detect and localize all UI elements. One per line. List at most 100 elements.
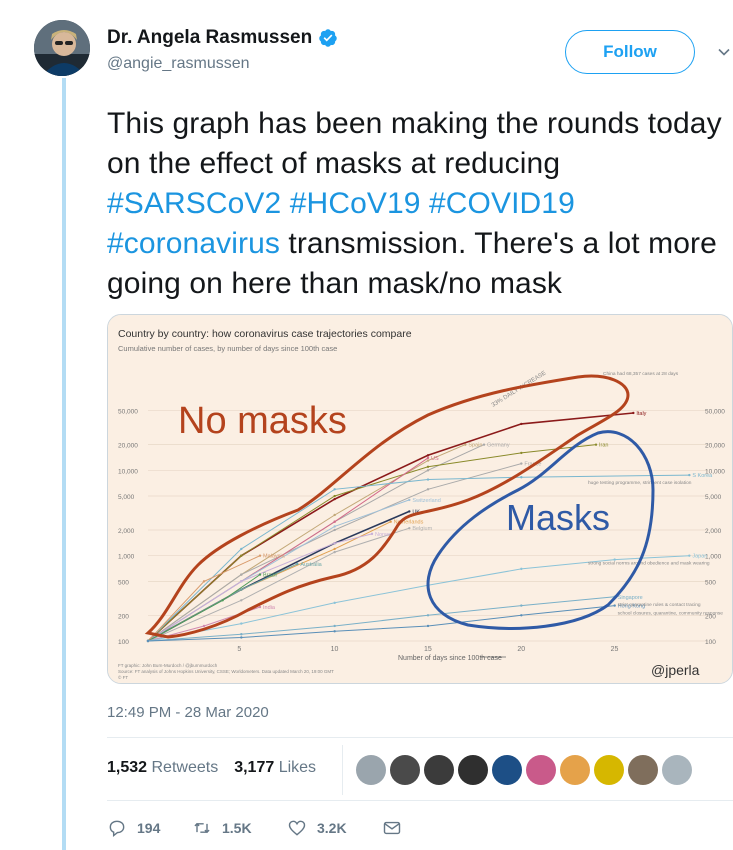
data-point xyxy=(370,532,374,536)
avatar[interactable] xyxy=(34,20,90,76)
data-point xyxy=(202,580,206,583)
hashtag-link[interactable]: #COVID19 xyxy=(429,187,575,220)
data-point xyxy=(426,614,430,617)
reply-action[interactable]: 194 xyxy=(107,818,192,838)
data-point xyxy=(520,476,523,479)
country-note: strict quarantine rules & contact tracin… xyxy=(618,602,701,608)
liker-avatar[interactable] xyxy=(424,755,454,785)
data-point xyxy=(240,547,243,551)
data-point xyxy=(333,497,336,501)
data-point xyxy=(296,562,299,566)
footer-line: Source: FT analysis of Johns Hopkins Uni… xyxy=(118,669,334,674)
y-tick-label: 500 xyxy=(118,579,129,586)
x-tick-label: 20 xyxy=(517,646,525,653)
retweet-icon xyxy=(194,822,210,834)
data-point xyxy=(221,599,224,602)
liker-avatar[interactable] xyxy=(458,755,488,785)
data-point xyxy=(333,541,336,545)
country-label: Switzerland xyxy=(412,498,440,504)
avatar-image xyxy=(34,20,90,76)
divider-bottom xyxy=(107,800,733,801)
data-point xyxy=(426,456,430,460)
reply-count: 194 xyxy=(137,820,161,836)
data-point xyxy=(333,525,336,528)
like-count: 3.2K xyxy=(317,820,347,836)
y-tick-label-right: 20,000 xyxy=(705,443,725,450)
data-point xyxy=(333,630,336,633)
data-point xyxy=(333,488,336,491)
y-tick-label: 50,000 xyxy=(118,409,138,416)
y-tick-label: 5,000 xyxy=(118,494,135,501)
y-tick-label: 100 xyxy=(118,639,129,646)
data-point xyxy=(333,550,336,554)
liker-avatar[interactable] xyxy=(662,755,692,785)
country-label: Japan xyxy=(692,554,707,560)
tweet-text-segment xyxy=(421,187,429,220)
hashtag-link[interactable]: #coronavirus xyxy=(107,227,280,260)
liker-avatar[interactable] xyxy=(628,755,658,785)
data-point xyxy=(613,558,616,561)
data-point xyxy=(240,554,243,557)
country-note: school closures, quarantine, community r… xyxy=(618,611,724,617)
liker-avatars xyxy=(356,755,692,785)
liker-avatar[interactable] xyxy=(594,755,624,785)
x-tick-label: 10 xyxy=(331,646,339,653)
x-axis-label: Number of days since 100th case xyxy=(398,655,502,662)
data-point xyxy=(333,494,336,498)
country-label: Australia xyxy=(300,562,322,568)
retweet-action[interactable]: 1.5K xyxy=(192,818,287,838)
follow-button[interactable]: Follow xyxy=(565,30,695,74)
engagement-stats: 1,532 Retweets 3,177 Likes xyxy=(107,759,316,777)
country-note: huge testing programme, stringent case i… xyxy=(588,480,692,486)
likes-stat[interactable]: 3,177 Likes xyxy=(234,759,316,777)
data-point xyxy=(333,601,336,605)
author-display-name[interactable]: Dr. Angela Rasmussen xyxy=(107,27,312,49)
hashtag-link[interactable]: #SARSCoV2 xyxy=(107,187,281,220)
liker-avatar[interactable] xyxy=(356,755,386,785)
retweets-label: Retweets xyxy=(151,759,219,776)
retweets-stat[interactable]: 1,532 Retweets xyxy=(107,759,218,777)
case-trajectory-chart: Country by country: how coronavirus case… xyxy=(108,315,732,683)
liker-avatar[interactable] xyxy=(390,755,420,785)
author-handle[interactable]: @angie_rasmussen xyxy=(107,55,338,73)
hashtag-link[interactable]: #HCoV19 xyxy=(290,187,421,220)
y-tick-label: 1,000 xyxy=(118,554,135,561)
liker-avatar[interactable] xyxy=(560,755,590,785)
country-label: US xyxy=(431,456,439,462)
y-tick-label-right: 5,000 xyxy=(705,494,722,501)
like-action[interactable]: 3.2K xyxy=(287,818,382,838)
envelope-icon xyxy=(383,821,401,835)
country-label: Malaysia xyxy=(263,554,286,560)
tweet-actions: 194 1.5K 3.2K xyxy=(107,818,402,838)
chart-title: Country by country: how coronavirus case… xyxy=(118,328,412,340)
tweet-text: This graph has been making the rounds to… xyxy=(107,104,732,304)
chevron-down-icon[interactable] xyxy=(718,46,730,58)
y-tick-label-right: 100 xyxy=(705,639,716,646)
country-note: China had 68,357 cases at 28 days xyxy=(603,371,679,377)
data-point xyxy=(408,510,411,513)
country-label: Germany xyxy=(487,443,510,449)
footer-line: FT graphic: John Burn-Murdoch / @jburnmu… xyxy=(118,663,218,668)
retweet-count: 1.5K xyxy=(222,820,252,836)
data-point xyxy=(240,588,243,591)
no-masks-annotation: No masks xyxy=(178,400,347,442)
y-tick-label-right: 500 xyxy=(705,579,716,586)
tweet-text-segment xyxy=(281,187,289,220)
country-label: Belgium xyxy=(412,526,432,532)
data-point xyxy=(333,513,336,517)
liker-avatar[interactable] xyxy=(526,755,556,785)
tweet-timestamp[interactable]: 12:49 PM - 28 Mar 2020 xyxy=(107,704,269,721)
author-info: Dr. Angela Rasmussen @angie_rasmussen xyxy=(107,27,338,73)
retweets-count: 1,532 xyxy=(107,759,148,776)
author-name-row[interactable]: Dr. Angela Rasmussen xyxy=(107,27,338,49)
data-point xyxy=(240,580,243,583)
tweet-media-image[interactable]: Country by country: how coronavirus case… xyxy=(107,314,733,684)
likes-label: Likes xyxy=(278,759,317,776)
data-point xyxy=(408,526,411,530)
country-label: India xyxy=(263,605,276,611)
data-point xyxy=(202,624,206,628)
data-point xyxy=(482,443,486,446)
direct-message-action[interactable] xyxy=(382,818,402,838)
liker-avatar[interactable] xyxy=(492,755,522,785)
data-point xyxy=(240,573,243,576)
